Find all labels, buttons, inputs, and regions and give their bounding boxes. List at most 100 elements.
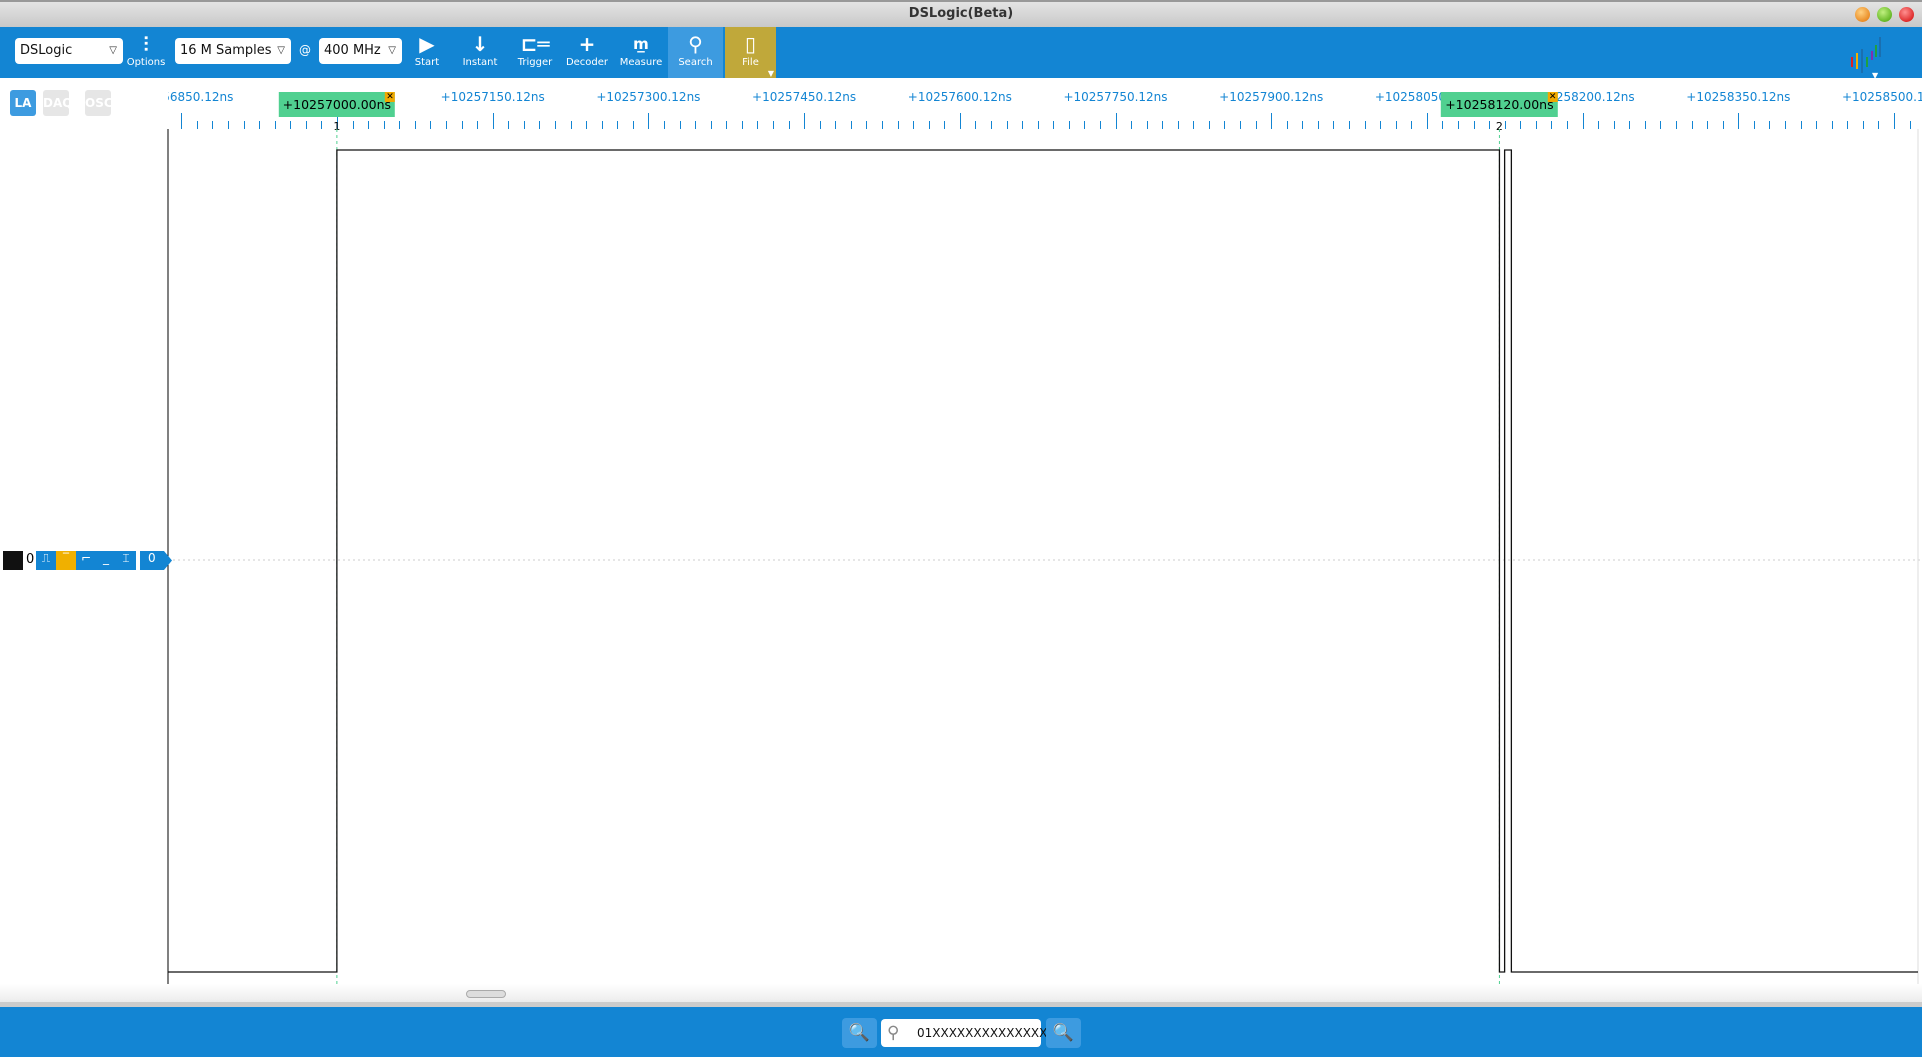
chevron-down-icon: ▽ [109,45,117,56]
window-title: DSLogic(Beta) [908,6,1014,21]
start-button[interactable]: ▶ Start [410,27,444,78]
minor-tick [274,121,276,129]
logo-menu-button[interactable]: ▼ [1848,35,1884,80]
tick-label: +10258350.12ns [1686,90,1791,104]
minor-tick [1520,121,1522,129]
minor-tick [368,121,370,129]
close-icon[interactable]: ✕ [1547,92,1558,102]
any-edge-trigger-icon[interactable]: ⌶ [116,551,136,570]
chevron-down-icon: ▼ [767,69,774,78]
mode-daq-button[interactable]: DAQ [43,90,72,116]
search-next-button[interactable]: 🔍 [1046,1018,1081,1048]
waveform-area[interactable] [0,129,1922,984]
cursor-2-label[interactable]: +10258120.00ns ✕ 2 [1441,92,1558,133]
minor-tick [1909,121,1911,129]
instant-button[interactable]: ↓ Instant [458,27,502,78]
major-tick [1582,113,1584,129]
trigger-icon: ⊏═ [520,32,550,56]
measure-icon: m̲ [633,35,649,53]
at-label: @ [299,43,311,57]
minor-tick [1037,121,1039,129]
tick-label: +10256850.12ns [168,90,234,104]
maximize-button[interactable] [1877,7,1892,22]
tick-label: +10257300.12ns [596,90,701,104]
tick-label: +10257150.12ns [440,90,545,104]
major-tick [1115,113,1117,129]
ruler-ticks: +10256850.12ns+10257000.12ns+10257150.12… [168,78,1922,129]
minor-tick [1567,121,1569,129]
minor-tick [523,121,525,129]
minimize-button[interactable] [1855,7,1870,22]
close-icon[interactable]: ✕ [385,92,396,102]
close-button[interactable] [1899,7,1914,22]
tick-label: +10257600.12ns [907,90,1012,104]
cursor-1-label[interactable]: +10257000.00ns ✕ 1 [278,92,396,133]
decoder-button[interactable]: + Decoder [565,27,609,78]
channel-color-swatch[interactable] [3,551,23,570]
minor-tick [1707,121,1709,129]
minor-tick [1816,121,1818,129]
channel-value: 0 [148,551,156,565]
magnifier-icon: 🔍 [848,1023,871,1043]
rising-edge-trigger-icon[interactable]: ⎍ [36,551,56,570]
minor-tick [1458,121,1460,129]
device-select[interactable]: DSLogic ▽ [15,38,123,64]
minor-tick [1629,121,1631,129]
tick-label: +10257900.12ns [1219,90,1324,104]
cursor-1-time: +10257000.00ns [282,97,392,112]
trigger-button[interactable]: ⊏═ Trigger [514,27,556,78]
cursor-2-time: +10258120.00ns [1445,97,1554,112]
falling-edge-trigger-icon[interactable]: ⌐ [76,551,96,570]
minor-tick [1333,121,1335,129]
search-prev-button[interactable]: 🔍 [842,1018,877,1048]
mode-osc-button[interactable]: OSC [85,90,113,116]
minor-tick [741,121,743,129]
start-label: Start [414,57,440,68]
trigger-selector: ⎍ ‾ ⌐ _ ⌶ [36,551,136,570]
minor-tick [461,121,463,129]
minor-tick [430,121,432,129]
minor-tick [1676,121,1678,129]
minor-tick [1722,121,1724,129]
decoder-label: Decoder [565,57,609,68]
search-label: Search [678,57,713,68]
low-level-trigger-icon[interactable]: _ [96,551,116,570]
minor-tick [212,121,214,129]
minor-tick [570,121,572,129]
file-button[interactable]: ▯ File ▼ [725,27,776,78]
measure-button[interactable]: m̲ Measure [618,27,664,78]
time-ruler[interactable]: LA DAQ OSC +10256850.12ns+10257000.12ns+… [0,78,1922,133]
search-input[interactable]: ⚲ 01XXXXXXXXXXXXXX [881,1019,1047,1047]
minor-tick [508,121,510,129]
options-button[interactable]: ⫶ Options [126,27,166,78]
major-tick [959,113,961,129]
minor-tick [399,121,401,129]
minor-tick [1068,121,1070,129]
minor-tick [1193,121,1195,129]
horizontal-scrollbar[interactable] [0,984,1922,1002]
high-level-trigger-icon[interactable]: ‾ [56,551,76,570]
samplerate-value: 400 MHz [324,43,381,58]
minor-tick [897,121,899,129]
minor-tick [1395,121,1397,129]
minor-tick [881,121,883,129]
minor-tick [1831,121,1833,129]
minor-tick [1099,121,1101,129]
scrollbar-thumb[interactable] [466,990,506,998]
minor-tick [1162,121,1164,129]
samplerate-select[interactable]: 400 MHz ▽ [319,38,402,64]
major-tick [804,113,806,129]
minor-tick [1411,121,1413,129]
samples-select[interactable]: 16 M Samples ▽ [175,38,291,64]
minor-tick [259,121,261,129]
mode-la-button[interactable]: LA [10,90,36,116]
search-button[interactable]: ⚲ Search [668,27,723,78]
sliders-icon: ⫶ [143,32,149,56]
major-tick [492,113,494,129]
chevron-down-icon: ▽ [277,45,285,56]
play-icon: ▶ [419,32,435,56]
minor-tick [1800,121,1802,129]
minor-tick [1660,121,1662,129]
search-icon: ⚲ [887,1023,900,1043]
samples-value: 16 M Samples [180,43,272,58]
